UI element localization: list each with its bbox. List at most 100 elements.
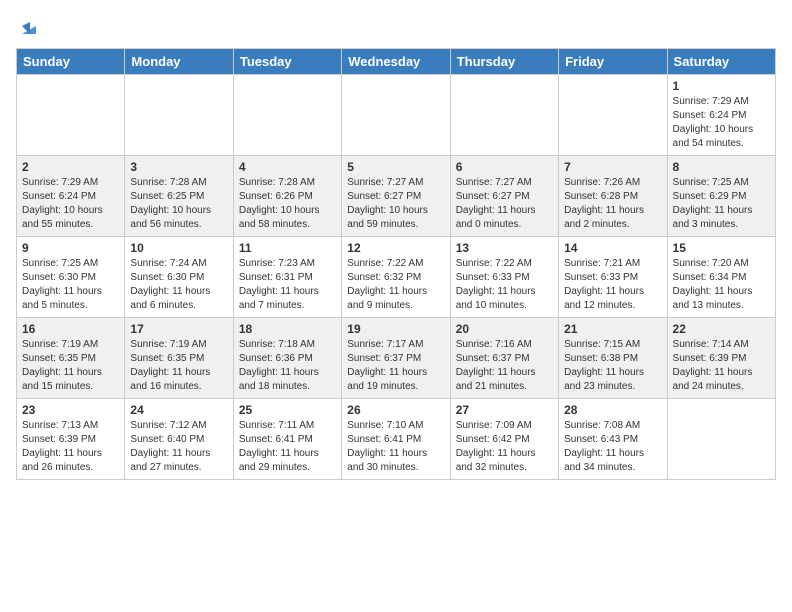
day-number: 8 bbox=[673, 160, 770, 174]
day-info: Sunrise: 7:10 AM Sunset: 6:41 PM Dayligh… bbox=[347, 419, 444, 475]
day-info: Sunrise: 7:24 AM Sunset: 6:30 PM Dayligh… bbox=[130, 257, 227, 313]
day-info: Sunrise: 7:29 AM Sunset: 6:24 PM Dayligh… bbox=[22, 176, 119, 232]
day-number: 20 bbox=[456, 322, 553, 336]
calendar-cell: 18 Sunrise: 7:18 AM Sunset: 6:36 PM Dayli… bbox=[233, 318, 341, 399]
day-number: 27 bbox=[456, 403, 553, 417]
weekday-header-wednesday: Wednesday bbox=[342, 49, 450, 75]
day-number: 7 bbox=[564, 160, 661, 174]
day-info: Sunrise: 7:14 AM Sunset: 6:39 PM Dayligh… bbox=[673, 338, 770, 394]
day-number: 2 bbox=[22, 160, 119, 174]
calendar-cell bbox=[667, 399, 775, 480]
day-number: 28 bbox=[564, 403, 661, 417]
day-number: 26 bbox=[347, 403, 444, 417]
calendar-week-row: 1 Sunrise: 7:29 AM Sunset: 6:24 PM Daylig… bbox=[17, 75, 776, 156]
day-number: 24 bbox=[130, 403, 227, 417]
calendar-cell: 27 Sunrise: 7:09 AM Sunset: 6:42 PM Dayli… bbox=[450, 399, 558, 480]
calendar-cell: 10 Sunrise: 7:24 AM Sunset: 6:30 PM Dayli… bbox=[125, 237, 233, 318]
day-info: Sunrise: 7:17 AM Sunset: 6:37 PM Dayligh… bbox=[347, 338, 444, 394]
day-number: 12 bbox=[347, 241, 444, 255]
calendar-cell: 26 Sunrise: 7:10 AM Sunset: 6:41 PM Dayli… bbox=[342, 399, 450, 480]
calendar-cell: 23 Sunrise: 7:13 AM Sunset: 6:39 PM Dayli… bbox=[17, 399, 125, 480]
day-info: Sunrise: 7:13 AM Sunset: 6:39 PM Dayligh… bbox=[22, 419, 119, 475]
day-info: Sunrise: 7:12 AM Sunset: 6:40 PM Dayligh… bbox=[130, 419, 227, 475]
day-info: Sunrise: 7:21 AM Sunset: 6:33 PM Dayligh… bbox=[564, 257, 661, 313]
calendar-cell bbox=[559, 75, 667, 156]
calendar-cell bbox=[125, 75, 233, 156]
weekday-header-thursday: Thursday bbox=[450, 49, 558, 75]
day-number: 25 bbox=[239, 403, 336, 417]
day-number: 6 bbox=[456, 160, 553, 174]
day-number: 9 bbox=[22, 241, 119, 255]
calendar-cell: 4 Sunrise: 7:28 AM Sunset: 6:26 PM Daylig… bbox=[233, 156, 341, 237]
day-info: Sunrise: 7:20 AM Sunset: 6:34 PM Dayligh… bbox=[673, 257, 770, 313]
day-info: Sunrise: 7:26 AM Sunset: 6:28 PM Dayligh… bbox=[564, 176, 661, 232]
calendar-week-row: 16 Sunrise: 7:19 AM Sunset: 6:35 PM Dayli… bbox=[17, 318, 776, 399]
day-number: 10 bbox=[130, 241, 227, 255]
day-number: 15 bbox=[673, 241, 770, 255]
day-info: Sunrise: 7:25 AM Sunset: 6:30 PM Dayligh… bbox=[22, 257, 119, 313]
weekday-header-friday: Friday bbox=[559, 49, 667, 75]
day-info: Sunrise: 7:23 AM Sunset: 6:31 PM Dayligh… bbox=[239, 257, 336, 313]
calendar-table: SundayMondayTuesdayWednesdayThursdayFrid… bbox=[16, 48, 776, 480]
page-header bbox=[16, 16, 776, 38]
day-info: Sunrise: 7:09 AM Sunset: 6:42 PM Dayligh… bbox=[456, 419, 553, 475]
day-number: 18 bbox=[239, 322, 336, 336]
calendar-cell: 8 Sunrise: 7:25 AM Sunset: 6:29 PM Daylig… bbox=[667, 156, 775, 237]
calendar-cell: 14 Sunrise: 7:21 AM Sunset: 6:33 PM Dayli… bbox=[559, 237, 667, 318]
day-number: 14 bbox=[564, 241, 661, 255]
calendar-cell: 3 Sunrise: 7:28 AM Sunset: 6:25 PM Daylig… bbox=[125, 156, 233, 237]
calendar-cell: 25Sunrise: 7:11 AM Sunset: 6:41 PM Dayli… bbox=[233, 399, 341, 480]
day-number: 1 bbox=[673, 79, 770, 93]
day-number: 11 bbox=[239, 241, 336, 255]
day-number: 23 bbox=[22, 403, 119, 417]
day-info: Sunrise: 7:15 AM Sunset: 6:38 PM Dayligh… bbox=[564, 338, 661, 394]
calendar-cell bbox=[342, 75, 450, 156]
day-info: Sunrise: 7:27 AM Sunset: 6:27 PM Dayligh… bbox=[347, 176, 444, 232]
calendar-cell bbox=[17, 75, 125, 156]
weekday-header-tuesday: Tuesday bbox=[233, 49, 341, 75]
calendar-cell: 1 Sunrise: 7:29 AM Sunset: 6:24 PM Daylig… bbox=[667, 75, 775, 156]
day-info: Sunrise: 7:28 AM Sunset: 6:25 PM Dayligh… bbox=[130, 176, 227, 232]
calendar-cell: 22 Sunrise: 7:14 AM Sunset: 6:39 PM Dayli… bbox=[667, 318, 775, 399]
day-info: Sunrise: 7:19 AM Sunset: 6:35 PM Dayligh… bbox=[130, 338, 227, 394]
day-info: Sunrise: 7:19 AM Sunset: 6:35 PM Dayligh… bbox=[22, 338, 119, 394]
calendar-cell: 28Sunrise: 7:08 AM Sunset: 6:43 PM Dayli… bbox=[559, 399, 667, 480]
calendar-cell: 17 Sunrise: 7:19 AM Sunset: 6:35 PM Dayli… bbox=[125, 318, 233, 399]
calendar-cell: 24 Sunrise: 7:12 AM Sunset: 6:40 PM Dayli… bbox=[125, 399, 233, 480]
calendar-cell: 19 Sunrise: 7:17 AM Sunset: 6:37 PM Dayli… bbox=[342, 318, 450, 399]
day-number: 17 bbox=[130, 322, 227, 336]
day-info: Sunrise: 7:18 AM Sunset: 6:36 PM Dayligh… bbox=[239, 338, 336, 394]
calendar-cell: 16 Sunrise: 7:19 AM Sunset: 6:35 PM Dayli… bbox=[17, 318, 125, 399]
weekday-header-row: SundayMondayTuesdayWednesdayThursdayFrid… bbox=[17, 49, 776, 75]
weekday-header-saturday: Saturday bbox=[667, 49, 775, 75]
day-info: Sunrise: 7:25 AM Sunset: 6:29 PM Dayligh… bbox=[673, 176, 770, 232]
day-number: 19 bbox=[347, 322, 444, 336]
calendar-cell: 7 Sunrise: 7:26 AM Sunset: 6:28 PM Daylig… bbox=[559, 156, 667, 237]
calendar-cell: 15 Sunrise: 7:20 AM Sunset: 6:34 PM Dayli… bbox=[667, 237, 775, 318]
calendar-cell: 12 Sunrise: 7:22 AM Sunset: 6:32 PM Dayli… bbox=[342, 237, 450, 318]
day-number: 3 bbox=[130, 160, 227, 174]
day-number: 21 bbox=[564, 322, 661, 336]
calendar-week-row: 23 Sunrise: 7:13 AM Sunset: 6:39 PM Dayli… bbox=[17, 399, 776, 480]
calendar-cell: 11 Sunrise: 7:23 AM Sunset: 6:31 PM Dayli… bbox=[233, 237, 341, 318]
weekday-header-monday: Monday bbox=[125, 49, 233, 75]
calendar-week-row: 2 Sunrise: 7:29 AM Sunset: 6:24 PM Daylig… bbox=[17, 156, 776, 237]
day-info: Sunrise: 7:16 AM Sunset: 6:37 PM Dayligh… bbox=[456, 338, 553, 394]
calendar-cell: 21 Sunrise: 7:15 AM Sunset: 6:38 PM Dayli… bbox=[559, 318, 667, 399]
logo-icon bbox=[18, 16, 40, 38]
day-number: 13 bbox=[456, 241, 553, 255]
calendar-cell: 20 Sunrise: 7:16 AM Sunset: 6:37 PM Dayli… bbox=[450, 318, 558, 399]
day-info: Sunrise: 7:22 AM Sunset: 6:33 PM Dayligh… bbox=[456, 257, 553, 313]
day-info: Sunrise: 7:29 AM Sunset: 6:24 PM Dayligh… bbox=[673, 95, 770, 151]
day-info: Sunrise: 7:22 AM Sunset: 6:32 PM Dayligh… bbox=[347, 257, 444, 313]
calendar-cell: 6 Sunrise: 7:27 AM Sunset: 6:27 PM Daylig… bbox=[450, 156, 558, 237]
calendar-cell: 9 Sunrise: 7:25 AM Sunset: 6:30 PM Daylig… bbox=[17, 237, 125, 318]
calendar-cell: 2 Sunrise: 7:29 AM Sunset: 6:24 PM Daylig… bbox=[17, 156, 125, 237]
day-info: Sunrise: 7:27 AM Sunset: 6:27 PM Dayligh… bbox=[456, 176, 553, 232]
day-number: 22 bbox=[673, 322, 770, 336]
day-number: 4 bbox=[239, 160, 336, 174]
day-number: 16 bbox=[22, 322, 119, 336]
day-number: 5 bbox=[347, 160, 444, 174]
logo bbox=[16, 16, 40, 38]
day-info: Sunrise: 7:28 AM Sunset: 6:26 PM Dayligh… bbox=[239, 176, 336, 232]
